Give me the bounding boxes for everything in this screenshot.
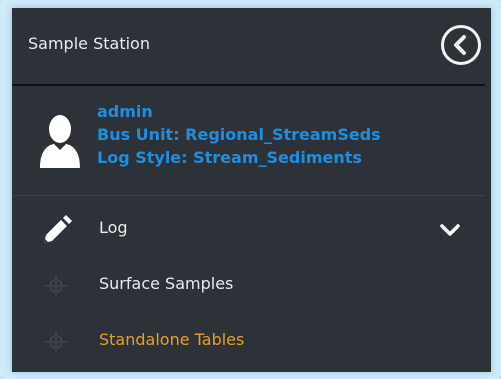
panel-title: Sample Station	[28, 34, 150, 53]
crosshair-icon	[45, 275, 67, 297]
menu-item-log[interactable]: Log	[12, 203, 491, 257]
crosshair-icon	[45, 331, 67, 353]
window-frame: Sample Station admin Bus Unit: Regional_…	[0, 0, 501, 379]
pencil-icon	[44, 215, 72, 243]
user-details: admin Bus Unit: Regional_StreamSeds Log …	[97, 100, 381, 169]
menu-item-surface-samples-label: Surface Samples	[99, 274, 234, 293]
user-log-style: Log Style: Stream_Sediments	[97, 148, 362, 167]
chevron-left-icon	[454, 35, 466, 55]
menu-item-surface-samples[interactable]: Surface Samples	[12, 259, 491, 313]
sample-station-panel: Sample Station admin Bus Unit: Regional_…	[12, 8, 491, 372]
user-divider	[12, 195, 485, 196]
menu-item-log-label: Log	[99, 218, 128, 237]
back-button[interactable]	[441, 25, 481, 65]
user-name: admin	[97, 102, 153, 121]
user-bus-unit: Bus Unit: Regional_StreamSeds	[97, 125, 381, 144]
panel-header: Sample Station	[12, 8, 491, 86]
menu-item-standalone-tables[interactable]: Standalone Tables	[12, 315, 491, 369]
user-info: admin Bus Unit: Regional_StreamSeds Log …	[12, 86, 491, 196]
person-icon	[40, 115, 80, 168]
chevron-down-icon[interactable]	[439, 219, 461, 241]
menu-item-standalone-tables-label: Standalone Tables	[99, 330, 245, 349]
